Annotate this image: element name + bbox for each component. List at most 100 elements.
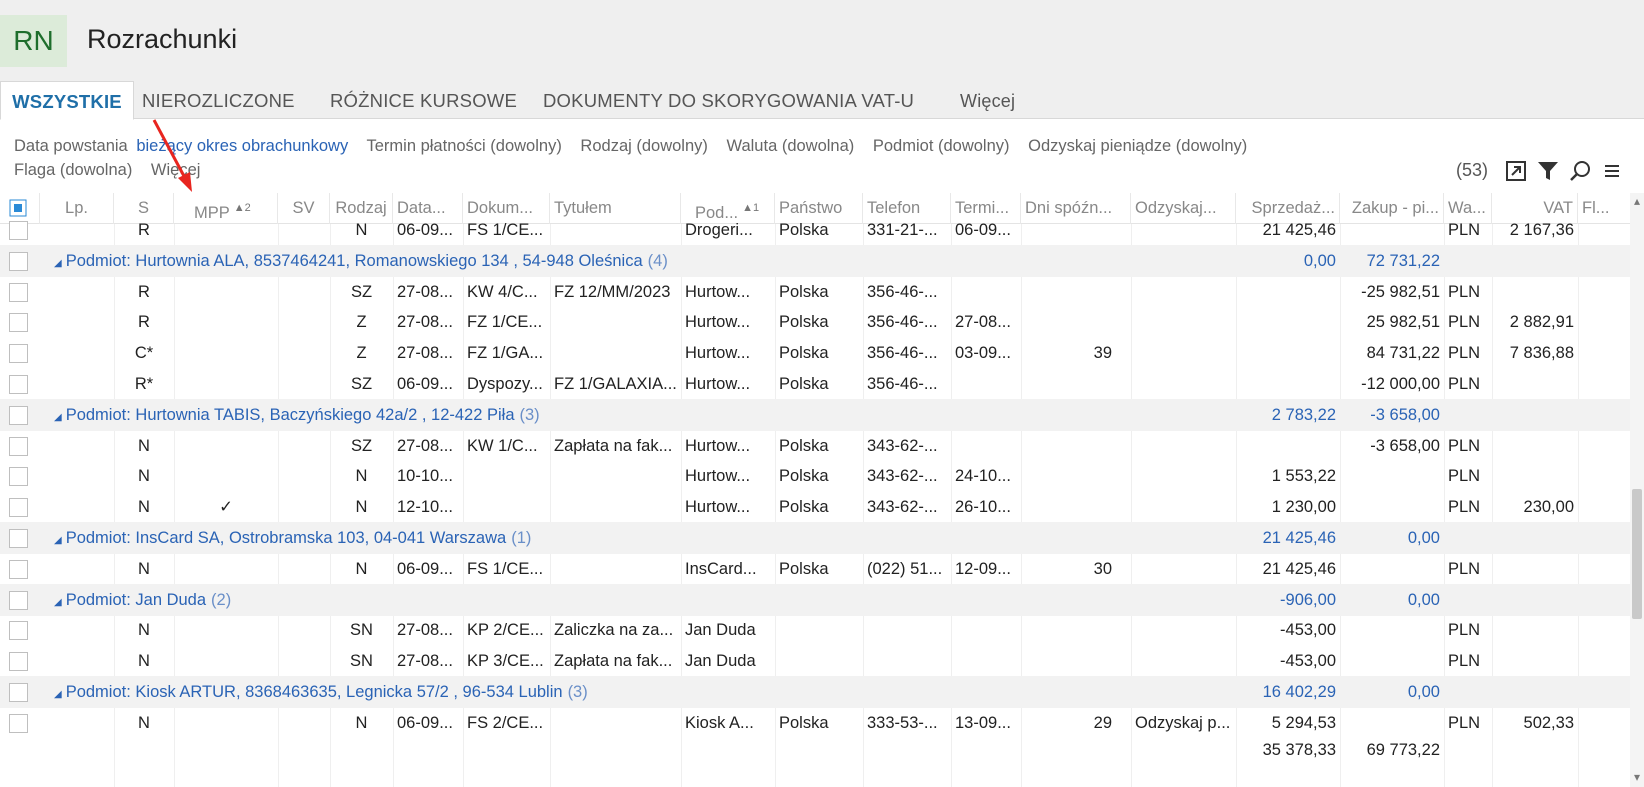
cell-dokument: FS 1/CE... [467,221,544,239]
table-row[interactable]: N SN 27-08... KP 3/CE... Zapłata na fak... Ja… [0,645,1630,677]
cell-waluta: PLN [1448,344,1481,363]
filter-kind[interactable]: Rodzaj (dowolny) [580,137,707,155]
collapse-triangle-icon[interactable]: ◢ [54,258,62,269]
menu-icon[interactable] [1600,159,1624,183]
filter-recover[interactable]: Odzyskaj pieniądze (dowolny) [1028,137,1247,155]
cell-waluta: PLN [1448,282,1481,301]
cell-waluta: PLN [1448,559,1481,578]
tab-roznice-kursowe[interactable]: RÓŻNICE KURSOWE [330,81,517,119]
cell-telefon: 356-46-... [867,313,938,332]
scroll-up-icon[interactable]: ▴ [1631,195,1643,207]
table-row[interactable]: R Z 27-08... FZ 1/CE... Hurtow... Polska 356-4… [0,306,1630,338]
table-row[interactable]: C* Z 27-08... FZ 1/GA... Hurtow... Polska 356-… [0,337,1630,369]
filter-flag[interactable]: Flaga (dowolna) [14,161,132,179]
group-row[interactable]: ◢ Podmiot: Hurtownia ALA, 8537464241, Rom… [0,244,1630,280]
record-count: (53) [1456,160,1489,180]
table-row[interactable]: R N 06-09... FS 1/CE... Drogeri... Polska 331-… [0,214,1630,246]
group-header[interactable]: ◢ Podmiot: Hurtownia ALA, 8537464241, Rom… [54,245,668,280]
cell-rodzaj: N [355,559,368,578]
row-checkbox[interactable] [9,251,28,271]
cell-zakup: -3 658,00 [1370,436,1440,455]
row-checkbox[interactable] [9,344,28,364]
group-header[interactable]: ◢ Podmiot: Kiosk ARTUR, 8368463635, Legni… [54,676,588,711]
filter-icon[interactable] [1536,159,1560,183]
collapse-triangle-icon[interactable]: ◢ [54,597,62,608]
cell-s: R* [134,375,154,393]
filter-subject[interactable]: Podmiot (dowolny) [873,137,1010,155]
expand-icon[interactable] [1504,159,1528,183]
filter-currency[interactable]: Waluta (dowolna) [727,137,855,155]
group-row[interactable]: ◢ Podmiot: InsCard SA, Ostrobramska 103, … [0,522,1630,554]
cell-dokument: FS 1/CE... [467,559,544,578]
group-row[interactable]: ◢ Podmiot: Jan Duda (2) -906,00 0,00 [0,583,1630,619]
search-icon[interactable] [1568,159,1592,183]
tab-bar: WSZYSTKIE NIEROZLICZONE RÓŻNICE KURSOWE … [0,81,1644,120]
cell-s: R [138,313,150,332]
row-checkbox[interactable] [9,436,28,456]
row-checkbox[interactable] [9,282,28,302]
row-checkbox[interactable] [9,529,28,548]
group-header[interactable]: ◢ Podmiot: InsCard SA, Ostrobramska 103, … [54,522,531,557]
collapse-triangle-icon[interactable]: ◢ [54,412,62,423]
cell-waluta: PLN [1448,498,1481,517]
tab-nierozliczone[interactable]: NIEROZLICZONE [142,81,295,119]
group-sum-sprzedaz: 2 783,22 [1271,405,1336,424]
cell-telefon: 343-62-... [867,436,938,455]
table-row[interactable]: N N 10-10... Hurtow... Polska 343-62-... 24-10… [0,460,1630,492]
row-checkbox[interactable] [9,652,28,672]
table-row[interactable]: N SZ 27-08... KW 1/C... Zapłata na fak... Hur… [0,430,1630,462]
cell-sprzedaz: 5 294,53 [1271,713,1336,732]
cell-panstwo: Polska [779,282,829,301]
cell-dokument: FZ 1/GA... [467,344,544,363]
row-checkbox[interactable] [9,683,28,702]
cell-rodzaj: N [355,467,368,486]
cell-mpp: ✓ [219,498,233,517]
cell-telefon: 331-21-... [867,221,938,239]
table-row[interactable]: N SN 27-08... KP 2/CE... Zaliczka na za... Ja… [0,614,1630,646]
cell-data: 27-08... [397,652,453,671]
table-row[interactable]: N N 06-09... FS 1/CE... InsCard... Polska (022… [0,553,1630,585]
filter-more[interactable]: Więcej [151,161,201,179]
row-checkbox[interactable] [9,713,28,733]
row-checkbox[interactable] [9,559,28,579]
collapse-triangle-icon[interactable]: ◢ [54,535,62,546]
group-header[interactable]: ◢ Podmiot: Jan Duda (2) [54,584,231,619]
cell-s: N [138,498,150,517]
cell-podmiot: Jan Duda [685,621,756,640]
row-checkbox[interactable] [9,621,28,641]
group-header[interactable]: ◢ Podmiot: Hurtownia TABIS, Baczyńskiego … [54,399,540,434]
tab-more[interactable]: Więcej [960,81,1015,119]
filter-payment[interactable]: Termin płatności (dowolny) [367,137,562,155]
cell-podmiot: Hurtow... [685,344,751,363]
cell-tytul: FZ 12/MM/2023 [554,282,671,301]
cell-s: N [138,621,150,640]
tab-wszystkie[interactable]: WSZYSTKIE [0,81,134,120]
row-checkbox[interactable] [9,498,28,518]
group-sum-zakup: 0,00 [1407,529,1440,547]
table-row[interactable]: R* SZ 06-09... Dyspozy... FZ 1/GALAXIA... Hur… [0,368,1630,400]
row-checkbox[interactable] [9,590,28,610]
group-row[interactable]: ◢ Podmiot: Kiosk ARTUR, 8368463635, Legni… [0,676,1630,708]
tab-dokumenty-vat[interactable]: DOKUMENTY DO SKORYGOWANIA VAT-U [543,81,914,119]
row-checkbox[interactable] [9,313,28,333]
table-row[interactable]: N N 06-09... FS 2/CE... Kiosk A... Polska 333-… [0,707,1630,739]
row-checkbox[interactable] [9,375,28,394]
scrollbar-thumb[interactable] [1632,489,1642,619]
cell-rodzaj: SN [350,621,373,640]
filter-date-value[interactable]: bieżący okres obrachunkowy [136,137,348,155]
scroll-down-icon[interactable]: ▾ [1631,771,1643,783]
cell-sprzedaz: 21 425,46 [1262,221,1336,239]
cell-waluta: PLN [1448,713,1481,732]
collapse-triangle-icon[interactable]: ◢ [54,689,62,700]
table-row[interactable]: R SZ 27-08... KW 4/C... FZ 12/MM/2023 Hurtow.… [0,276,1630,308]
vertical-scrollbar[interactable]: ▴ ▾ [1630,193,1644,787]
group-row[interactable]: ◢ Podmiot: Hurtownia TABIS, Baczyńskiego … [0,398,1630,434]
table-row[interactable]: N ✓ N 12-10... Hurtow... Polska 343-62-... 26-1… [0,491,1630,523]
cell-data: 06-09... [397,221,453,239]
row-checkbox[interactable] [9,467,28,487]
row-checkbox[interactable] [9,221,28,240]
row-checkbox[interactable] [9,405,28,425]
group-sum-sprzedaz: 21 425,46 [1262,529,1336,547]
group-label: Podmiot: Kiosk ARTUR, 8368463635, Legnic… [65,683,563,701]
cell-s: R [138,282,150,301]
